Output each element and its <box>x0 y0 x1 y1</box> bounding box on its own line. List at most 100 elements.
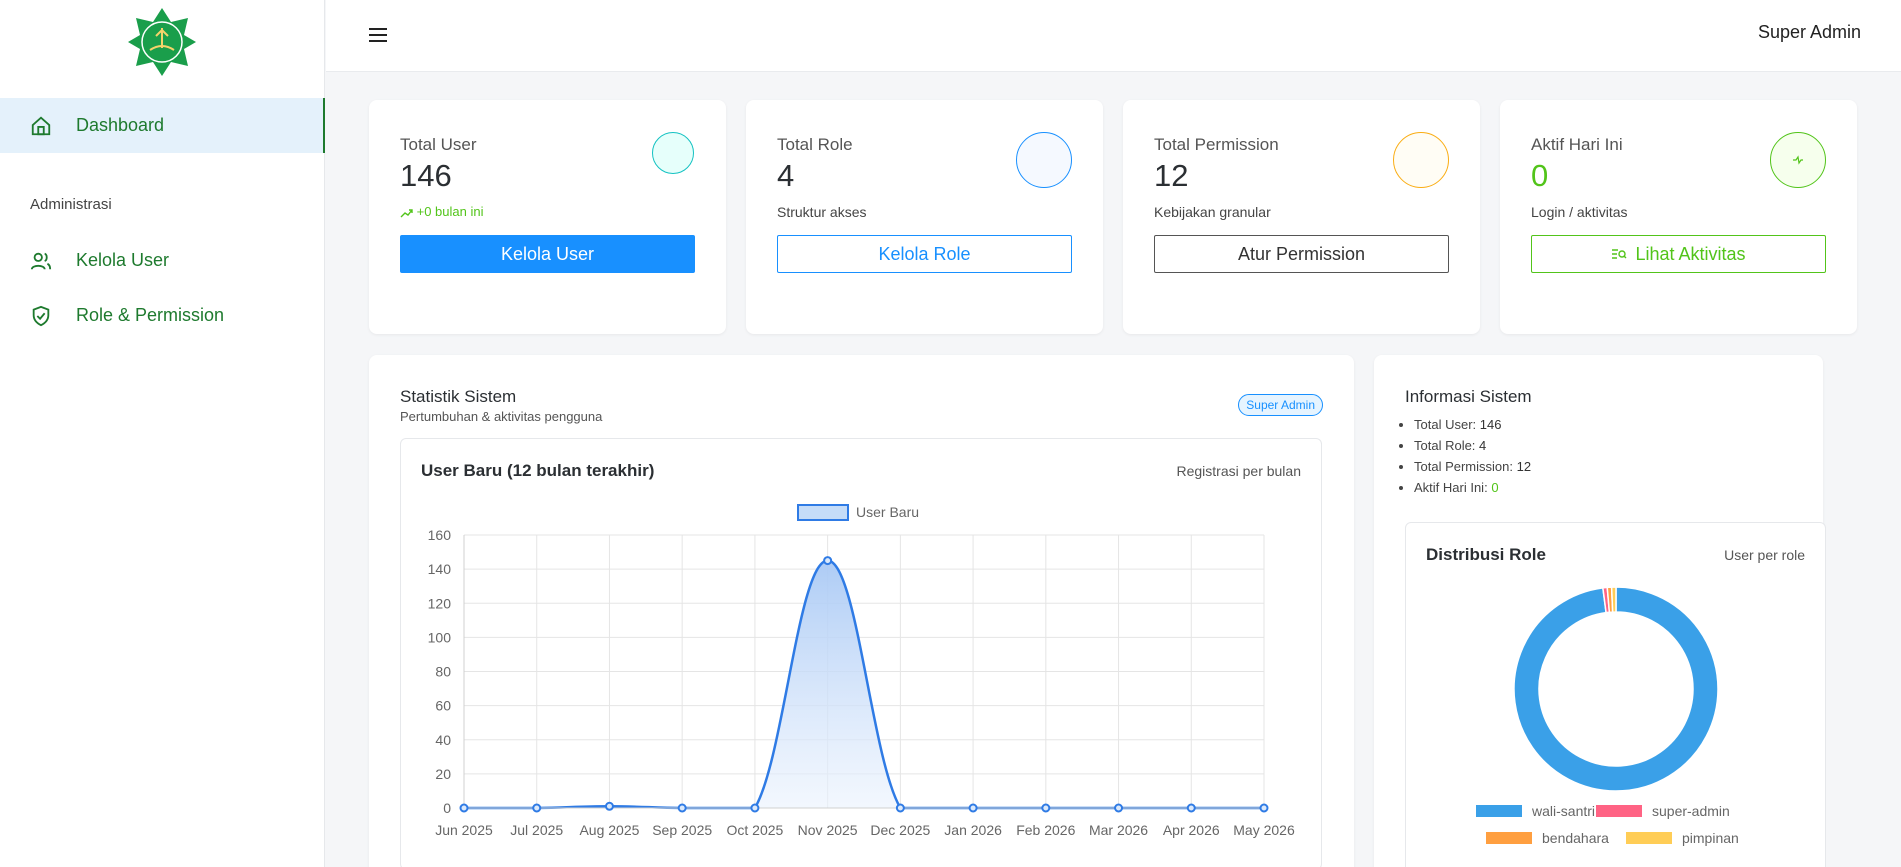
y-tick-label: 20 <box>435 766 451 782</box>
sidebar-item-label: Kelola User <box>76 250 170 270</box>
y-tick-label: 80 <box>435 664 451 680</box>
data-point <box>604 801 614 811</box>
shield-icon <box>30 305 52 327</box>
x-tick-label: Sep 2025 <box>652 822 712 838</box>
chart-title: Distribusi Role <box>1426 545 1546 564</box>
y-tick-label: 100 <box>428 629 452 645</box>
kelola-user-button[interactable]: Kelola User <box>400 235 695 273</box>
y-tick-label: 120 <box>428 595 452 611</box>
stat-card-aktif-hari-ini: Aktif Hari Ini 0 Login / aktivitas Lihat… <box>1500 100 1857 334</box>
info-list: Total User: 146 Total Role: 4 Total Perm… <box>1414 417 1531 501</box>
data-point <box>968 803 978 813</box>
donut-slice-pimpinan <box>1610 586 1617 613</box>
kelola-role-button[interactable]: Kelola Role <box>777 235 1072 273</box>
x-tick-label: Nov 2025 <box>798 822 858 838</box>
team-icon <box>1016 132 1072 188</box>
user-menu[interactable]: Super Admin <box>1758 22 1861 43</box>
data-point <box>1186 803 1196 813</box>
stat-card-total-user: Total User 146 +0 bulan ini Kelola User <box>369 100 726 334</box>
legend-label-bendahara: bendahara <box>1542 830 1609 846</box>
x-tick-label: Dec 2025 <box>870 822 930 838</box>
info-item: Total Role: 4 <box>1414 438 1531 459</box>
search-list-icon <box>1612 249 1627 259</box>
stat-trend: +0 bulan ini <box>400 204 484 219</box>
info-item: Total Permission: 12 <box>1414 459 1531 480</box>
panel-title: Informasi Sistem <box>1405 387 1532 406</box>
stat-card-total-permission: Total Permission 12 Kebijakan granular A… <box>1123 100 1480 334</box>
x-tick-label: Mar 2026 <box>1089 822 1148 838</box>
data-point <box>1114 803 1124 813</box>
stat-value: 12 <box>1154 158 1189 193</box>
home-icon <box>30 115 52 137</box>
legend-swatch-wali-santri <box>1476 805 1522 817</box>
legend-swatch-user-baru <box>797 504 849 521</box>
stat-title: Aktif Hari Ini <box>1531 135 1623 154</box>
app-logo <box>128 8 196 76</box>
data-point <box>532 803 542 813</box>
x-tick-label: Jun 2025 <box>435 822 493 838</box>
x-tick-label: Oct 2025 <box>726 822 783 838</box>
y-tick-label: 0 <box>443 800 451 816</box>
y-tick-label: 160 <box>428 527 452 543</box>
legend-swatch-super-admin <box>1596 805 1642 817</box>
stat-card-total-role: Total Role 4 Struktur akses Kelola Role <box>746 100 1103 334</box>
chart-subtitle: Registrasi per bulan <box>1176 463 1301 479</box>
activity-icon <box>1770 132 1826 188</box>
sidebar-item-label: Role & Permission <box>76 305 225 325</box>
sidebar-item-role-permission[interactable]: Role & Permission <box>0 288 325 343</box>
informasi-panel: Informasi Sistem Total User: 146 Total R… <box>1374 355 1826 867</box>
y-tick-label: 140 <box>428 561 452 577</box>
legend-label-wali-santri: wali-santri <box>1531 803 1595 819</box>
stat-subtitle: Login / aktivitas <box>1531 204 1628 220</box>
panel-subtitle: Pertumbuhan & aktivitas pengguna <box>400 409 603 424</box>
user-baru-chart: User Baru 0 20 40 60 80 100 120 140 160 Jun 2025 Ju… <box>428 504 1295 838</box>
distribusi-role-chart: wali-santri super-admin bendahara pimpinan <box>1476 586 1739 846</box>
sidebar-item-kelola-user[interactable]: Kelola User <box>0 233 325 288</box>
sidebar-item-dashboard[interactable]: Dashboard <box>0 98 325 153</box>
x-tick-label: Jan 2026 <box>944 822 1002 838</box>
atur-permission-button[interactable]: Atur Permission <box>1154 235 1449 273</box>
legend-label-user-baru: User Baru <box>856 504 919 520</box>
x-tick-label: Aug 2025 <box>579 822 639 838</box>
chart-legend: User Baru <box>797 504 919 521</box>
lihat-aktivitas-button[interactable]: Lihat Aktivitas <box>1531 235 1826 273</box>
y-tick-label: 40 <box>435 732 451 748</box>
legend-swatch-bendahara <box>1486 832 1532 844</box>
role-badge: Super Admin <box>1238 394 1323 416</box>
stat-value: 0 <box>1531 158 1549 193</box>
data-point <box>1041 803 1051 813</box>
statistik-panel: Statistik Sistem Pertumbuhan & aktivitas… <box>369 355 1354 867</box>
user-baru-chart-card: User Baru (12 bulan terakhir) Registrasi… <box>400 438 1322 867</box>
x-tick-label: May 2026 <box>1233 822 1295 838</box>
x-tick-label: Apr 2026 <box>1163 822 1220 838</box>
sidebar: Dashboard Administrasi Kelola User Role … <box>0 0 325 867</box>
menu-toggle-icon[interactable] <box>368 25 390 45</box>
data-point <box>750 803 760 813</box>
top-header: Super Admin <box>326 0 1901 72</box>
donut-slice-wali-santri <box>1513 586 1719 792</box>
user-icon <box>652 132 694 174</box>
y-tick-label: 60 <box>435 698 451 714</box>
chart-subtitle: User per role <box>1724 547 1805 563</box>
data-point <box>895 803 905 813</box>
legend-label-super-admin: super-admin <box>1652 803 1730 819</box>
data-point <box>459 803 469 813</box>
info-item: Aktif Hari Ini: 0 <box>1414 480 1531 501</box>
stat-value: 146 <box>400 158 452 193</box>
sidebar-item-label: Dashboard <box>76 115 165 135</box>
info-item: Total User: 146 <box>1414 417 1531 438</box>
legend-swatch-pimpinan <box>1626 832 1672 844</box>
chart-title: User Baru (12 bulan terakhir) <box>421 461 655 480</box>
stat-value: 4 <box>777 158 795 193</box>
key-icon <box>1393 132 1449 188</box>
legend-label-pimpinan: pimpinan <box>1682 830 1739 846</box>
stat-title: Total Permission <box>1154 135 1279 154</box>
users-icon <box>30 250 52 272</box>
series-area-user-baru <box>464 560 1264 808</box>
data-point <box>823 556 833 566</box>
stat-subtitle: Kebijakan granular <box>1154 204 1271 220</box>
data-point <box>677 803 687 813</box>
sidebar-section-label: Administrasi <box>30 196 112 213</box>
stat-title: Total Role <box>777 135 853 154</box>
x-tick-label: Jul 2025 <box>510 822 563 838</box>
